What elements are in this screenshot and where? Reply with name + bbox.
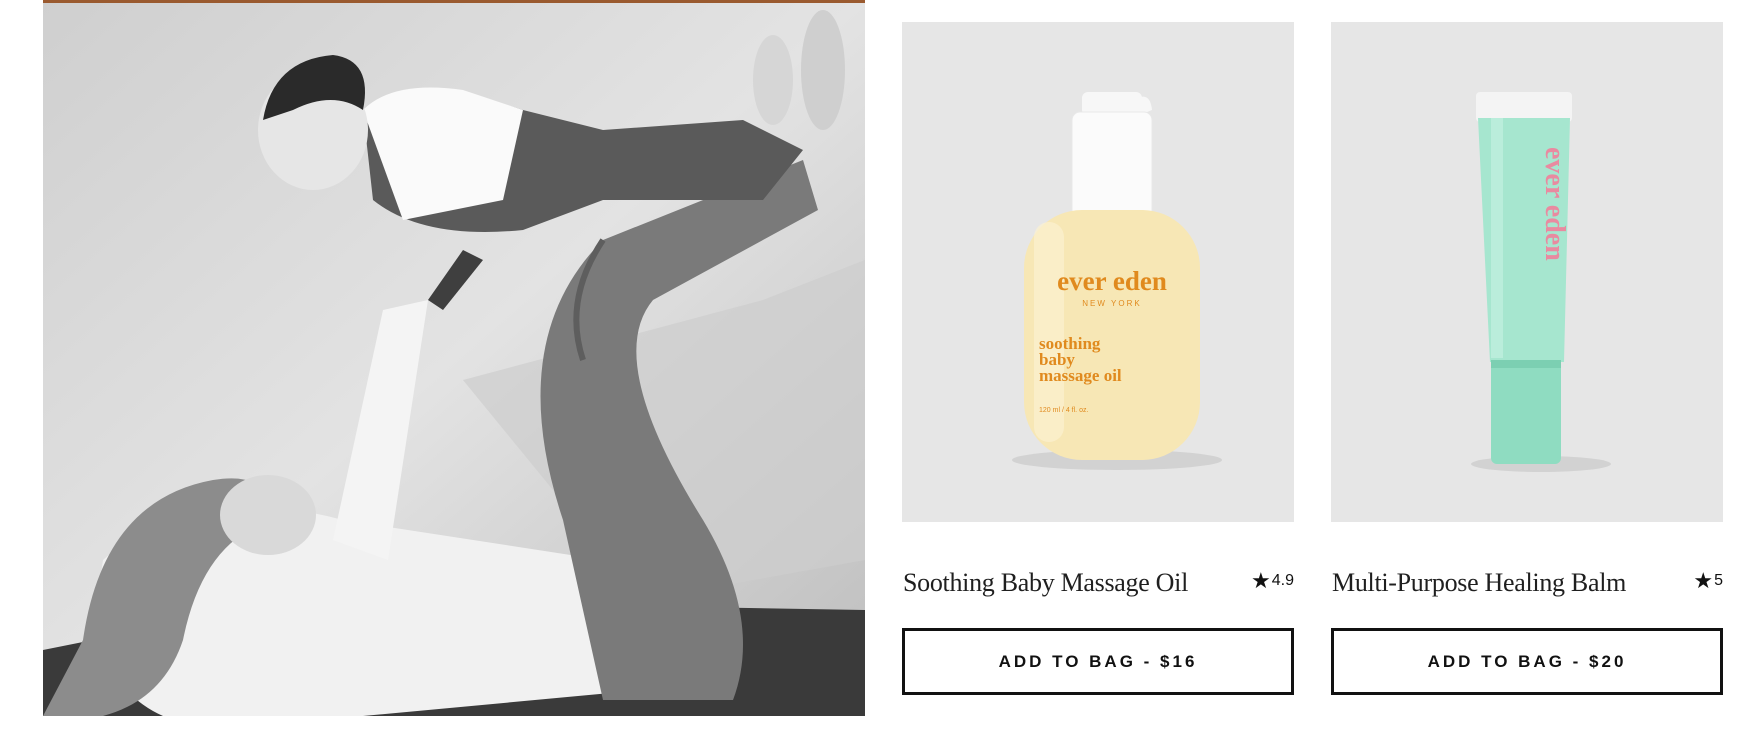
hero-photo [43,0,865,716]
label-brand: ever eden [1057,266,1167,296]
star-icon: ★ [1693,568,1714,593]
product-image-massage-oil[interactable]: ever eden NEW YORK soothing baby massage… [902,22,1294,522]
label-brand: ever eden [1539,147,1570,261]
product-title[interactable]: Soothing Baby Massage Oil [903,568,1188,598]
healing-balm-tube-icon: ever eden [1471,92,1611,472]
star-icon: ★ [1251,568,1271,593]
product-rating: ★ 5 [1693,570,1723,592]
product-title[interactable]: Multi-Purpose Healing Balm [1332,568,1626,598]
product-rating: ★ 4.9 [1251,570,1294,592]
add-to-bag-button[interactable]: ADD TO BAG - $16 [902,628,1294,695]
rating-value: 5 [1714,572,1723,589]
label-line: massage oil [1039,366,1122,385]
add-to-bag-button[interactable]: ADD TO BAG - $20 [1331,628,1723,695]
product-image-healing-balm[interactable]: ever eden [1331,22,1723,522]
label-size: 120 ml / 4 fl. oz. [1039,407,1088,414]
rating-value: 4.9 [1271,572,1294,589]
label-city: NEW YORK [1082,299,1141,308]
product-card-massage-oil[interactable]: ever eden NEW YORK soothing baby massage… [902,22,1294,624]
mother-lifting-baby-illustration [43,0,865,716]
product-card-healing-balm[interactable]: ever eden Multi-Purpose Healing Balm ★ 5 [1331,22,1723,624]
massage-oil-bottle-icon: ever eden NEW YORK soothing baby massage… [1012,92,1222,470]
